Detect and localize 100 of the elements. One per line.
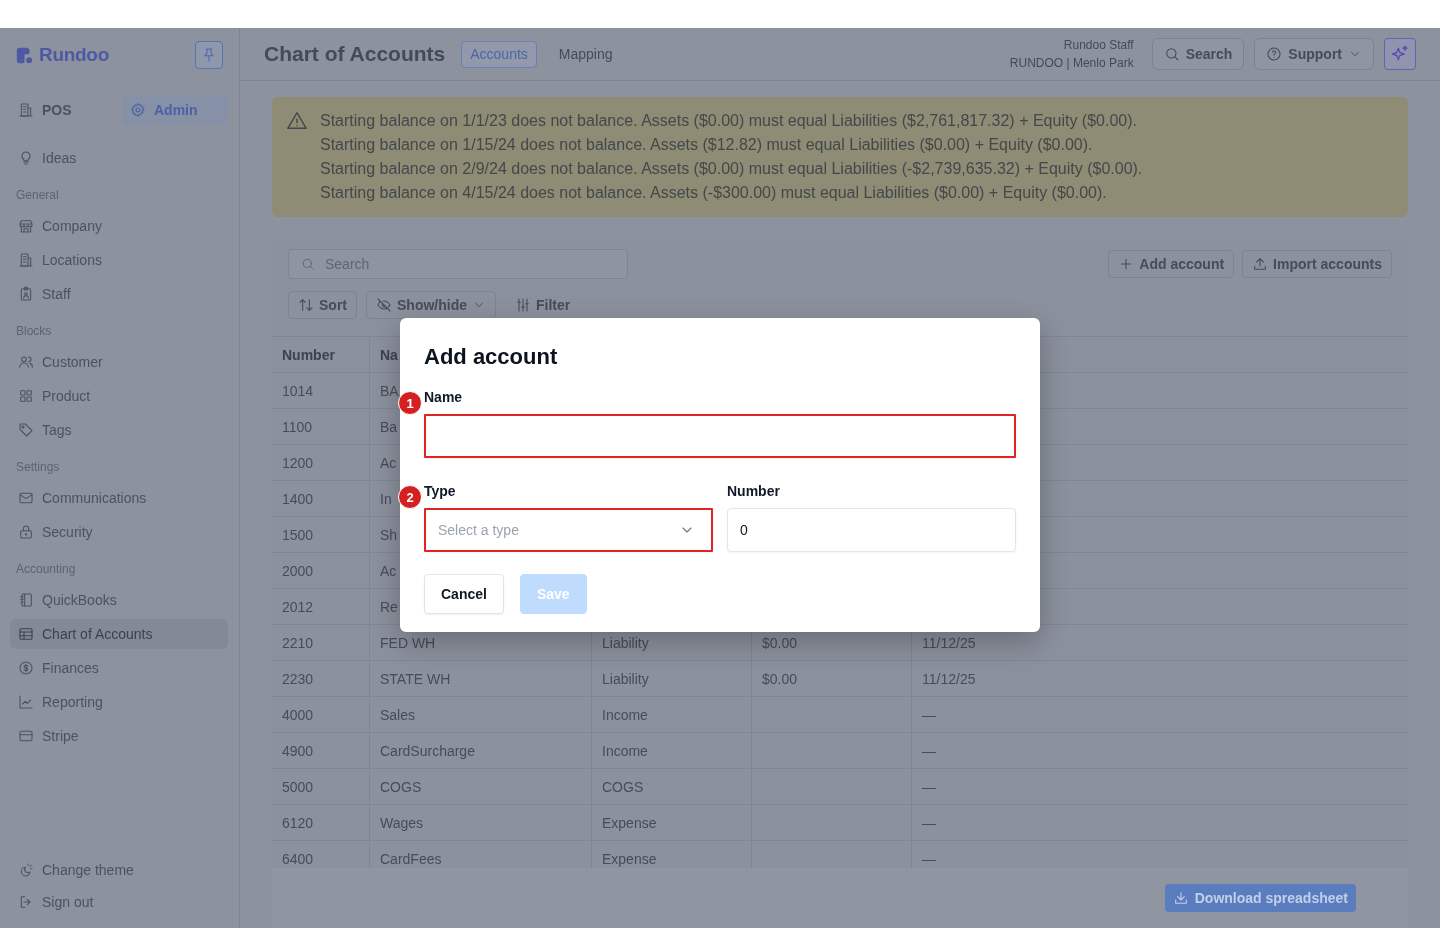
table-cell: 5000 — [282, 778, 314, 795]
mode-switch-item[interactable]: Admin — [122, 95, 228, 125]
search-icon — [1163, 46, 1180, 62]
credit-card-icon — [18, 728, 34, 744]
sidebar-item[interactable]: Product — [10, 381, 228, 411]
tab[interactable]: Mapping — [549, 40, 622, 68]
sliders-icon — [515, 297, 531, 313]
sidebar-item[interactable]: QuickBooks — [10, 585, 228, 615]
table-cell: Ba — [380, 418, 398, 435]
table-cell: BA — [380, 382, 399, 399]
table-cell: Re — [380, 598, 398, 615]
sidebar-item[interactable]: Staff — [10, 279, 228, 309]
alert-message: Starting balance on 2/9/24 does not balance. Assets ($0.00) must equal Liabilities (-$2,739,635.32) + Equity ($0.00). — [320, 159, 1143, 179]
filter-button[interactable]: Filter — [505, 291, 581, 319]
cancel-button[interactable]: Cancel — [424, 574, 504, 614]
sidebar-item[interactable]: Ideas — [10, 143, 228, 173]
table-cell: 6120 — [282, 814, 314, 831]
table-cell: 2210 — [282, 634, 314, 651]
id-badge-icon — [18, 286, 34, 302]
table-cell: Income — [602, 742, 648, 759]
table-cell: 4000 — [282, 706, 314, 723]
pin-icon — [201, 47, 217, 63]
table-cell: — — [922, 778, 936, 795]
sidebar-item[interactable]: Company — [10, 211, 228, 241]
table-cell: — — [922, 706, 936, 723]
settings-icon — [130, 102, 146, 118]
input-field[interactable]: 0 — [727, 508, 1016, 552]
import-accounts-button[interactable]: Import accounts — [1242, 250, 1392, 278]
table-cell: — — [922, 742, 936, 759]
table-cell: $0.00 — [762, 670, 798, 687]
support-button[interactable]: Support — [1254, 38, 1374, 70]
sidebar-action[interactable]: Sign out — [10, 887, 228, 917]
mode-switch-item[interactable]: POS — [10, 95, 116, 125]
logo-icon — [16, 46, 33, 64]
envelope-icon — [18, 490, 34, 506]
table-cell: Sh — [380, 526, 398, 543]
table-icon — [18, 626, 34, 642]
table-cell: Expense — [602, 850, 657, 867]
sidebar-item[interactable]: Tags — [10, 415, 228, 445]
table-cell: Liability — [602, 670, 649, 687]
sidebar-item[interactable]: Chart of Accounts — [10, 619, 228, 649]
alert-message: Starting balance on 1/1/23 does not balance. Assets ($0.00) must equal Liabilities ($2,761,817.32) + Equity ($0.00). — [320, 111, 1137, 131]
tag-icon — [18, 422, 34, 438]
crescent-icon — [18, 862, 34, 878]
table-cell: In — [380, 490, 392, 507]
upload-icon — [1252, 256, 1269, 272]
sidebar-action[interactable]: Change theme — [10, 855, 228, 885]
dollar-circle-icon — [18, 660, 34, 676]
type-select[interactable]: Select a type — [424, 508, 713, 552]
table-cell: — — [922, 850, 936, 867]
table-cell: 6400 — [282, 850, 314, 867]
download-button[interactable]: Download spreadsheet — [1164, 884, 1356, 912]
tab[interactable]: Accounts — [461, 40, 537, 68]
table-cell: Expense — [602, 814, 657, 831]
field-label: Number — [727, 482, 780, 500]
logo-text: Rundoo — [39, 44, 109, 66]
download-icon — [1172, 890, 1189, 906]
table-cell: CardFees — [380, 850, 442, 867]
sidebar-item[interactable]: Reporting — [10, 687, 228, 717]
table-cell: $0.00 — [762, 634, 798, 651]
line-chart-icon — [18, 694, 34, 710]
column-header: Na — [380, 346, 398, 363]
table-cell: 11/12/25 — [922, 634, 976, 651]
table-cell: CardSurcharge — [380, 742, 475, 759]
sidebar-item[interactable]: Customer — [10, 347, 228, 377]
add-account-button[interactable]: Add account — [1108, 250, 1235, 278]
step-marker: 2 — [398, 485, 422, 509]
table-cell: COGS — [380, 778, 422, 795]
sidebar-item[interactable]: Stripe — [10, 721, 228, 751]
sidebar-item[interactable]: Finances — [10, 653, 228, 683]
help-icon — [1266, 46, 1283, 62]
page-title: Chart of Accounts — [264, 42, 446, 66]
search-button[interactable]: Search — [1151, 38, 1245, 70]
pin-button[interactable] — [195, 41, 223, 69]
table-cell: 1014 — [282, 382, 314, 399]
table-cell: 4900 — [282, 742, 314, 759]
input-field[interactable] — [424, 414, 1016, 458]
column-header: Number — [282, 346, 335, 363]
sidebar-item[interactable]: Communications — [10, 483, 228, 513]
sidebar-item[interactable]: Locations — [10, 245, 228, 275]
dialog-title: Add account — [424, 343, 558, 371]
sidebar-item[interactable]: Security — [10, 517, 228, 547]
alert-message: Starting balance on 1/15/24 does not balance. Assets ($12.82) must equal Liabilities ($0.00) + Equity ($0.00). — [320, 135, 1093, 155]
warning-icon — [286, 110, 308, 132]
table-cell: Ac — [380, 562, 397, 579]
table-cell: 1500 — [282, 526, 314, 543]
table-cell: Wages — [380, 814, 424, 831]
table-cell: 2230 — [282, 670, 314, 687]
storefront-icon — [18, 218, 34, 234]
table-cell: Sales — [380, 706, 416, 723]
alert-message: Starting balance on 4/15/24 does not balance. Assets (-$300.00) must equal Liabilities ($0.00) + Equity ($0.00). — [320, 183, 1107, 203]
user-name: Rundoo Staff — [1063, 37, 1134, 54]
assistant-button[interactable] — [1384, 38, 1416, 70]
table-cell: Liability — [602, 634, 649, 651]
table-cell: STATE WH — [380, 670, 451, 687]
table-cell: FED WH — [380, 634, 436, 651]
table-cell: Income — [602, 706, 648, 723]
store-location: RUNDOO | Menlo Park — [1009, 55, 1134, 72]
sort-button[interactable]: Sort — [288, 291, 357, 319]
notebook-icon — [18, 592, 34, 608]
